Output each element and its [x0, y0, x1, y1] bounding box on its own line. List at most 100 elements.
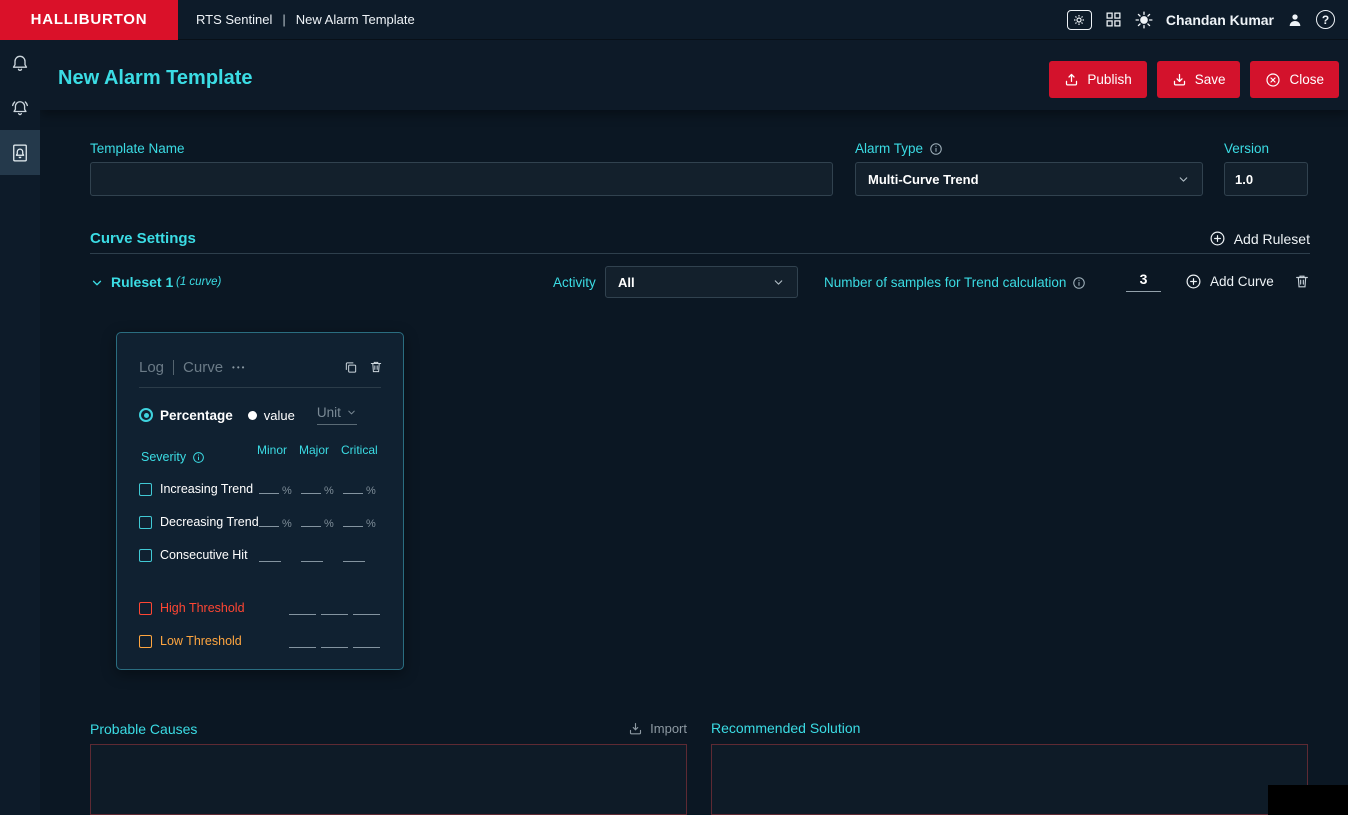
delete-ruleset-icon[interactable]	[1294, 273, 1310, 290]
log-tab[interactable]: Log	[139, 359, 164, 376]
close-icon	[1265, 72, 1281, 88]
user-name[interactable]: Chandan Kumar	[1166, 12, 1274, 28]
low-threshold-major-field[interactable]	[321, 635, 348, 648]
section-divider	[90, 253, 1310, 254]
add-curve-button[interactable]: Add Curve	[1185, 273, 1274, 290]
curve-card: Log Curve ••• Percentage value Unit	[116, 332, 404, 670]
recommended-solution-textarea[interactable]	[711, 744, 1308, 815]
value-mode-radio-group: Percentage value Unit	[139, 402, 393, 428]
samples-info-icon[interactable]	[1072, 276, 1086, 290]
chevron-down-icon	[1177, 173, 1190, 186]
delete-curve-icon[interactable]	[369, 359, 383, 375]
sidebar-item-alarm-templates[interactable]	[0, 130, 40, 175]
curve-card-header: Log Curve •••	[139, 353, 383, 381]
save-button[interactable]: Save	[1157, 61, 1241, 98]
alarm-type-info-icon[interactable]	[929, 142, 943, 156]
minor-value-field[interactable]	[259, 481, 279, 494]
chevron-down-icon	[346, 407, 357, 418]
severity-col-minor: Minor	[257, 443, 287, 457]
high-threshold-critical-field[interactable]	[353, 602, 380, 615]
ruleset-name[interactable]: Ruleset 1	[111, 275, 173, 289]
apps-grid-icon[interactable]	[1105, 11, 1122, 28]
percentage-radio-label: Percentage	[160, 408, 233, 423]
severity-col-major: Major	[299, 443, 329, 457]
recommended-solution-label: Recommended Solution	[711, 721, 860, 735]
samples-count-input[interactable]: 3	[1126, 268, 1161, 292]
publish-label: Publish	[1087, 72, 1131, 87]
critical-value-field[interactable]	[343, 481, 363, 494]
publish-button[interactable]: Publish	[1049, 61, 1146, 98]
alarm-type-select[interactable]: Multi-Curve Trend	[855, 162, 1203, 196]
more-options-icon[interactable]: •••	[232, 363, 246, 372]
recommended-solution-header: Recommended Solution	[711, 721, 1308, 735]
help-icon[interactable]: ?	[1316, 10, 1335, 29]
samples-label: Number of samples for Trend calculation	[824, 276, 1086, 290]
high-threshold-checkbox[interactable]	[139, 602, 152, 615]
close-label: Close	[1289, 72, 1324, 87]
increasing-trend-row: Increasing Trend % % %	[139, 478, 395, 500]
template-name-input[interactable]	[90, 162, 833, 196]
percent-suffix: %	[282, 485, 292, 497]
left-sidebar	[0, 40, 40, 815]
version-input[interactable]	[1224, 162, 1308, 196]
template-name-label: Template Name	[90, 142, 185, 156]
copy-icon[interactable]	[344, 359, 358, 375]
curve-tab[interactable]: Curve	[183, 359, 223, 376]
import-label: Import	[650, 721, 687, 736]
decreasing-trend-row: Decreasing Trend % % %	[139, 511, 395, 533]
percentage-radio[interactable]	[139, 408, 153, 422]
add-ruleset-button[interactable]: Add Ruleset	[1209, 230, 1310, 247]
add-curve-label: Add Curve	[1210, 275, 1274, 289]
activity-value: All	[618, 275, 635, 290]
page-title: New Alarm Template	[58, 67, 253, 90]
circle-plus-icon	[1209, 230, 1226, 247]
alarm-type-label: Alarm Type	[855, 142, 943, 156]
critical-value-field[interactable]	[343, 514, 363, 527]
high-threshold-major-field[interactable]	[321, 602, 348, 615]
probable-causes-textarea[interactable]	[90, 744, 687, 815]
increasing-trend-checkbox[interactable]	[139, 483, 152, 496]
major-value-field[interactable]	[301, 514, 321, 527]
screen-corner-overlay	[1268, 785, 1348, 815]
tab-divider	[173, 360, 174, 375]
major-value-field[interactable]	[301, 549, 323, 562]
card-tools	[344, 359, 383, 375]
version-label: Version	[1224, 142, 1269, 156]
probable-causes-label: Probable Causes	[90, 722, 197, 736]
settings-icon[interactable]	[1067, 10, 1092, 30]
severity-info-icon[interactable]	[192, 451, 205, 464]
consecutive-hit-row: Consecutive Hit	[139, 544, 395, 566]
consecutive-hit-label: Consecutive Hit	[160, 548, 259, 562]
close-button[interactable]: Close	[1250, 61, 1339, 98]
percent-suffix: %	[324, 485, 334, 497]
consecutive-hit-checkbox[interactable]	[139, 549, 152, 562]
breadcrumb-page: New Alarm Template	[296, 12, 415, 27]
breadcrumb-app: RTS Sentinel	[196, 12, 272, 27]
bell-document-icon	[10, 143, 30, 163]
minor-value-field[interactable]	[259, 549, 281, 562]
severity-col-critical: Critical	[341, 443, 378, 457]
high-threshold-minor-field[interactable]	[289, 602, 316, 615]
activity-select[interactable]: All	[605, 266, 798, 298]
low-threshold-critical-field[interactable]	[353, 635, 380, 648]
value-radio[interactable]	[248, 411, 257, 420]
critical-value-field[interactable]	[343, 549, 365, 562]
user-icon[interactable]	[1287, 12, 1303, 28]
ruleset-collapse-chevron-icon[interactable]	[90, 276, 104, 290]
sidebar-item-alarm-settings[interactable]	[0, 85, 40, 130]
app-window: HALLIBURTON RTS Sentinel | New Alarm Tem…	[0, 0, 1348, 815]
low-threshold-minor-field[interactable]	[289, 635, 316, 648]
chevron-down-icon	[772, 276, 785, 289]
major-value-field[interactable]	[301, 481, 321, 494]
low-threshold-checkbox[interactable]	[139, 635, 152, 648]
minor-value-field[interactable]	[259, 514, 279, 527]
probable-causes-header: Probable Causes Import	[90, 721, 687, 736]
unit-select[interactable]: Unit	[317, 405, 357, 425]
import-button[interactable]: Import	[628, 721, 687, 736]
decreasing-trend-checkbox[interactable]	[139, 516, 152, 529]
halliburton-logo: HALLIBURTON	[0, 0, 178, 40]
sidebar-item-alarms[interactable]	[0, 40, 40, 85]
high-threshold-row: High Threshold	[139, 597, 395, 619]
theme-sun-icon[interactable]	[1135, 11, 1153, 29]
topbar-actions: Chandan Kumar ?	[1067, 10, 1348, 30]
